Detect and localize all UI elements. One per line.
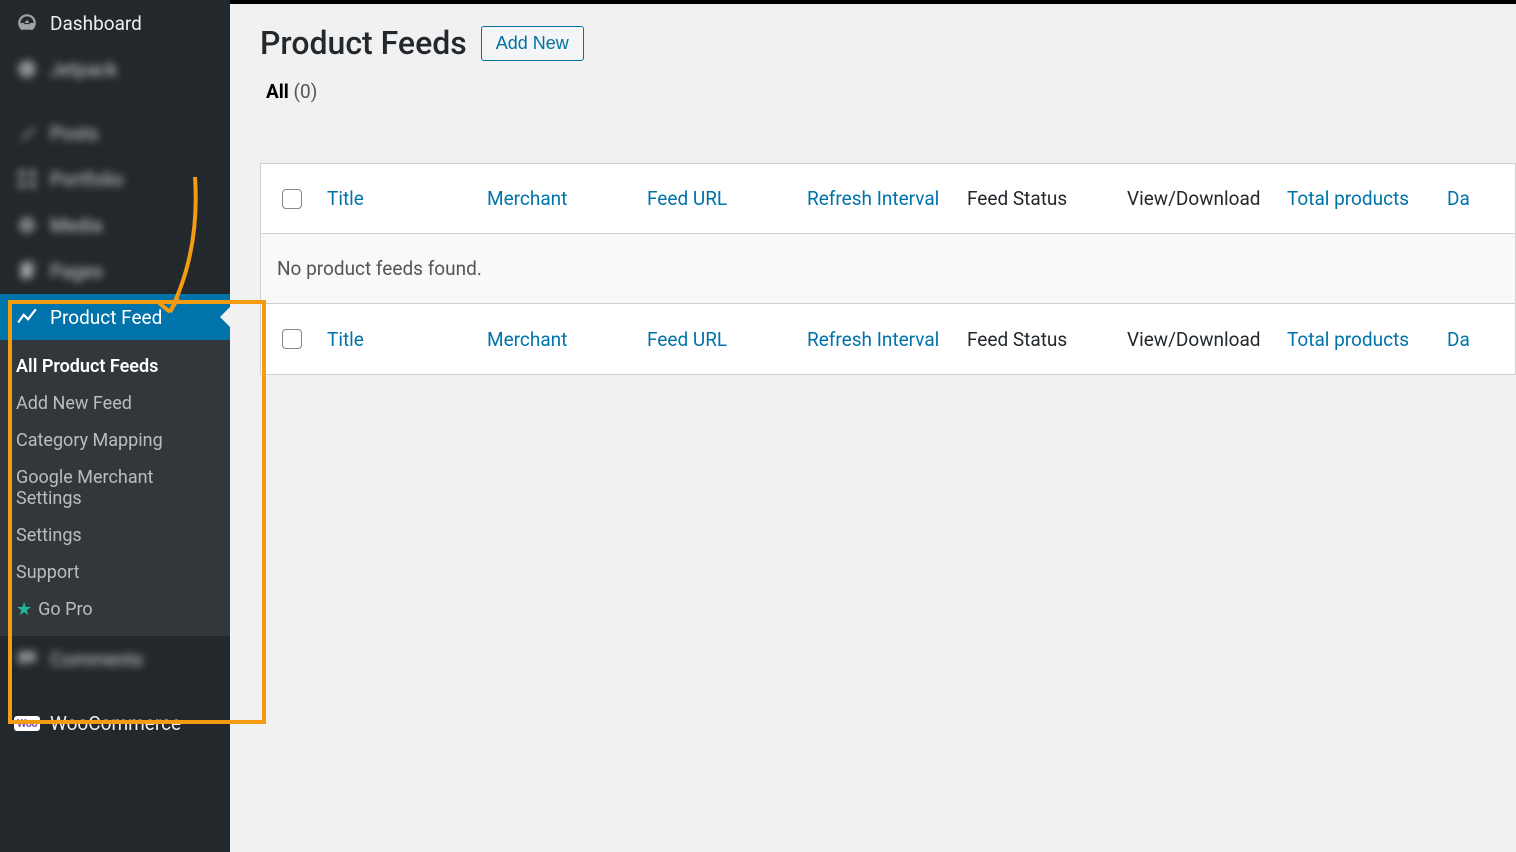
product-feed-submenu: All Product Feeds Add New Feed Category … — [0, 340, 230, 636]
sidebar-item-label: Dashboard — [50, 12, 142, 35]
sidebar-item-product-feed[interactable]: Product Feed — [0, 294, 230, 340]
sidebar-item-posts[interactable]: Posts — [0, 110, 230, 156]
filter-count: (0) — [294, 80, 318, 103]
column-view-download-bottom: View/Download — [1127, 328, 1261, 351]
submenu-all-product-feeds[interactable]: All Product Feeds — [0, 348, 230, 385]
chart-icon — [14, 304, 40, 330]
sidebar-item-label: Jetpack — [50, 58, 117, 81]
table-header-row: Title Merchant Feed URL Refresh Interval… — [261, 164, 1515, 234]
column-feed-url-bottom[interactable]: Feed URL — [647, 328, 727, 351]
woo-icon: Woo — [14, 710, 40, 736]
sidebar-item-label: Portfolio — [50, 168, 123, 191]
column-date[interactable]: Da — [1447, 187, 1470, 210]
admin-sidebar: Dashboard Jetpack Posts Portfolio Media … — [0, 0, 230, 852]
filter-row: All (0) — [260, 80, 1516, 103]
sidebar-item-portfolio[interactable]: Portfolio — [0, 156, 230, 202]
empty-message: No product feeds found. — [277, 257, 482, 280]
column-feed-status-bottom: Feed Status — [967, 328, 1067, 351]
pages-icon — [14, 258, 40, 284]
comment-icon — [14, 646, 40, 672]
sidebar-item-dashboard[interactable]: Dashboard — [0, 0, 230, 46]
submenu-go-pro[interactable]: ★Go Pro — [0, 591, 230, 628]
filter-all-link[interactable]: All — [266, 80, 289, 103]
column-title[interactable]: Title — [327, 187, 364, 210]
column-refresh-interval-bottom[interactable]: Refresh Interval — [807, 328, 939, 351]
column-view-download: View/Download — [1127, 187, 1261, 210]
sidebar-item-label: Product Feed — [50, 306, 162, 329]
sidebar-item-media[interactable]: Media — [0, 202, 230, 248]
select-all-checkbox-bottom[interactable] — [282, 329, 302, 349]
column-refresh-interval[interactable]: Refresh Interval — [807, 187, 939, 210]
gauge-icon — [14, 10, 40, 36]
sidebar-item-comments[interactable]: Comments — [0, 636, 230, 682]
column-title-bottom[interactable]: Title — [327, 328, 364, 351]
star-icon: ★ — [16, 599, 32, 620]
submenu-settings[interactable]: Settings — [0, 517, 230, 554]
column-total-products-bottom[interactable]: Total products — [1287, 328, 1409, 351]
media-icon — [14, 212, 40, 238]
sidebar-item-label: Comments — [50, 648, 143, 671]
column-merchant-bottom[interactable]: Merchant — [487, 328, 567, 351]
submenu-support[interactable]: Support — [0, 554, 230, 591]
sidebar-item-label: Media — [50, 214, 102, 237]
sidebar-item-jetpack[interactable]: Jetpack — [0, 46, 230, 92]
column-merchant[interactable]: Merchant — [487, 187, 567, 210]
select-all-checkbox[interactable] — [282, 189, 302, 209]
pin-icon — [14, 120, 40, 146]
main-content: Product Feeds Add New All (0) Title Merc… — [230, 4, 1516, 852]
column-feed-url[interactable]: Feed URL — [647, 187, 727, 210]
page-title: Product Feeds — [260, 24, 467, 62]
submenu-google-merchant-settings[interactable]: Google Merchant Settings — [0, 459, 230, 517]
sidebar-item-woocommerce[interactable]: Woo WooCommerce — [0, 700, 230, 746]
page-header: Product Feeds Add New — [260, 24, 1516, 62]
column-date-bottom[interactable]: Da — [1447, 328, 1470, 351]
sidebar-item-label: WooCommerce — [50, 712, 181, 735]
table-footer-row: Title Merchant Feed URL Refresh Interval… — [261, 304, 1515, 374]
add-new-button[interactable]: Add New — [481, 26, 584, 61]
column-total-products[interactable]: Total products — [1287, 187, 1409, 210]
sidebar-item-pages[interactable]: Pages — [0, 248, 230, 294]
column-feed-status: Feed Status — [967, 187, 1067, 210]
circle-icon — [14, 56, 40, 82]
sidebar-item-label: Posts — [50, 122, 99, 145]
grid-icon — [14, 166, 40, 192]
feeds-table: Title Merchant Feed URL Refresh Interval… — [260, 163, 1516, 375]
submenu-category-mapping[interactable]: Category Mapping — [0, 422, 230, 459]
submenu-add-new-feed[interactable]: Add New Feed — [0, 385, 230, 422]
table-empty-row: No product feeds found. — [261, 234, 1515, 304]
sidebar-item-label: Pages — [50, 260, 103, 283]
